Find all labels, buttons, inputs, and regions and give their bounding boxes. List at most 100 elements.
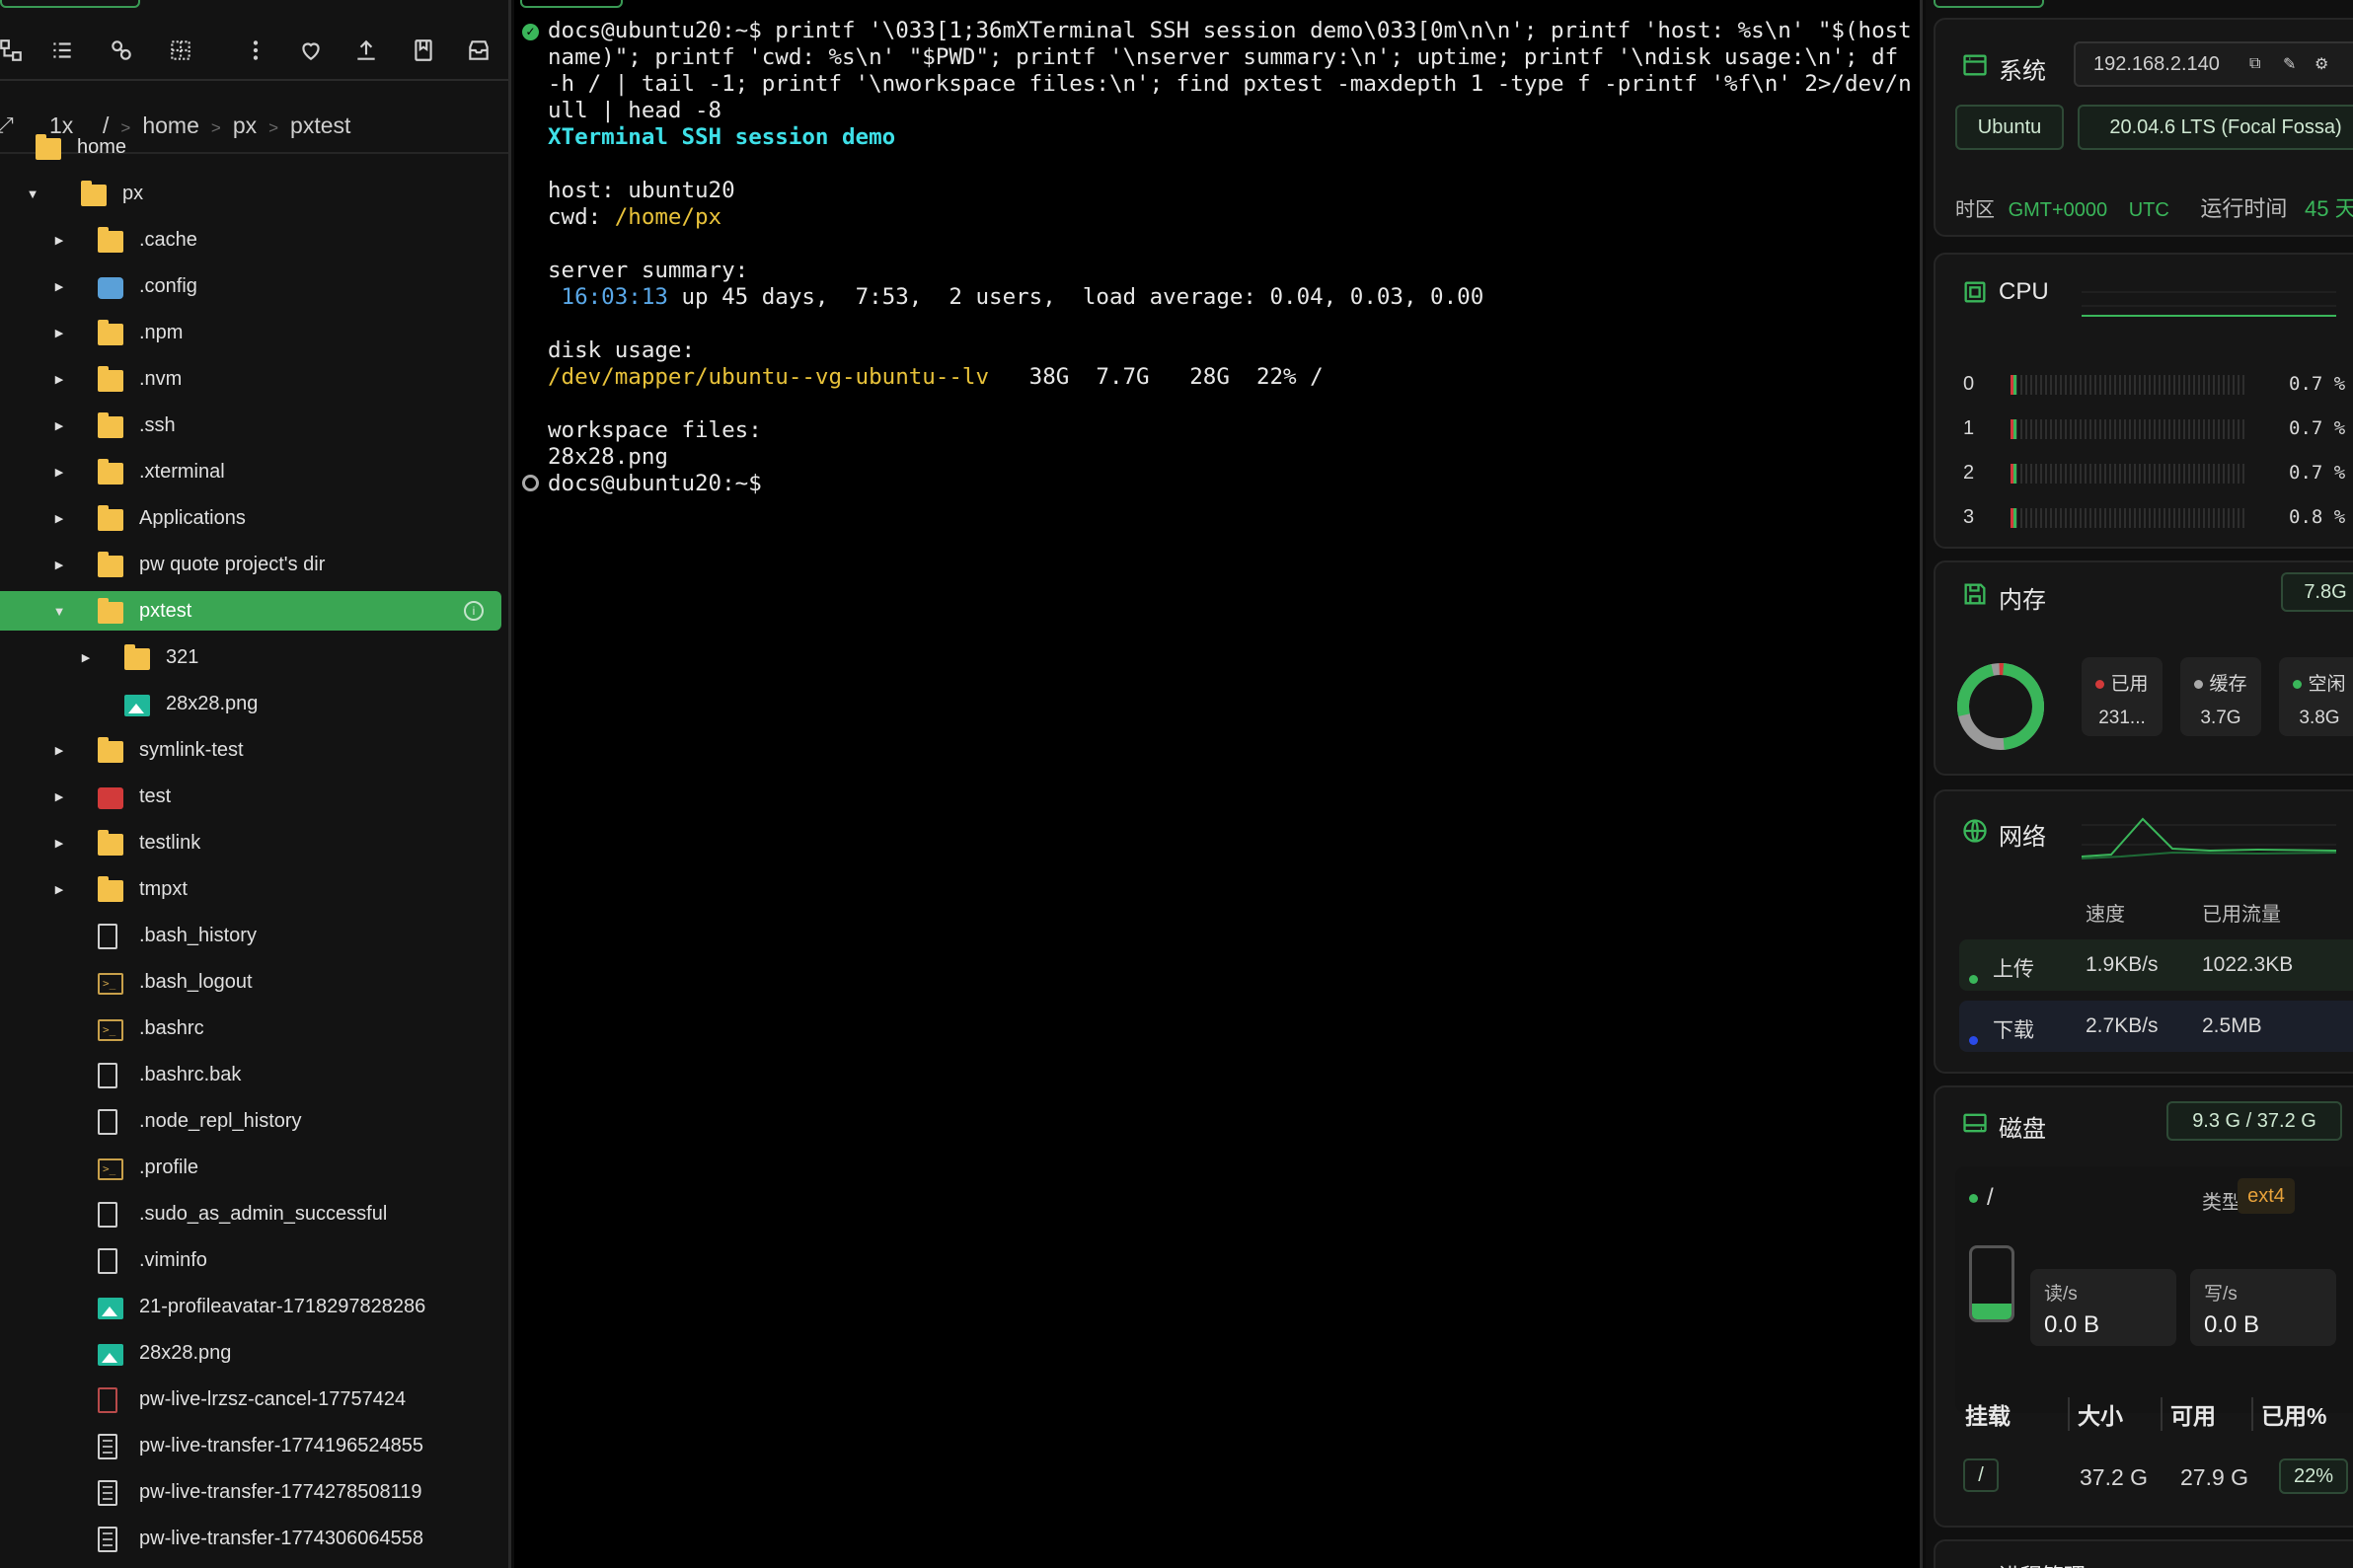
tree-item-label: .ssh <box>139 414 176 436</box>
tree-folder-item[interactable]: ▶ testlink <box>0 823 501 862</box>
tree-file-item[interactable]: pw-live-transfer-1774196524855 <box>0 1426 501 1465</box>
folder-icon <box>98 598 123 624</box>
cpu-core-usage-fill <box>2011 375 2016 395</box>
tree-view-icon[interactable] <box>0 32 30 69</box>
link-icon[interactable] <box>103 32 140 69</box>
info-icon[interactable]: i <box>464 601 484 621</box>
tree-file-item[interactable]: pw-live-lrzsz-cancel-17757424 <box>0 1380 501 1419</box>
tree-file-item[interactable]: >_ .bashrc <box>0 1008 501 1048</box>
tree-item-label: 21-profileavatar-1718297828286 <box>139 1296 426 1317</box>
tree-item-label: 28x28.png <box>139 1342 232 1364</box>
caret-right-icon[interactable]: ▶ <box>52 279 66 293</box>
download-label: 下载 <box>1993 1019 2034 1042</box>
caret-right-icon[interactable]: ▶ <box>52 743 66 757</box>
caret-down-icon[interactable]: ▼ <box>52 604 66 619</box>
tree-folder-item[interactable]: ▶ pw quote project's dir <box>0 545 501 584</box>
terminal-tab-stub[interactable] <box>520 0 623 8</box>
caret-right-icon[interactable]: ▶ <box>79 650 93 664</box>
list-view-icon[interactable] <box>43 32 81 69</box>
tree-item-label: .bashrc <box>139 1017 204 1039</box>
disk-usage-gauge-fill <box>1972 1304 2011 1319</box>
tree-folder-item[interactable]: ▶ .nvm <box>0 359 501 399</box>
caret-right-icon[interactable]: ▶ <box>52 372 66 386</box>
archive-icon[interactable] <box>460 32 497 69</box>
tree-file-item[interactable]: 21-profileavatar-1718297828286 <box>0 1287 501 1326</box>
edit-icon[interactable]: ✎ <box>2283 54 2296 74</box>
top-tab-stub[interactable] <box>0 0 140 8</box>
caret-right-icon[interactable]: ▶ <box>52 465 66 479</box>
tree-folder-item[interactable]: ▼ pxtest i <box>0 591 501 631</box>
grid-select-icon[interactable] <box>162 32 199 69</box>
status-tab-stub[interactable] <box>1934 0 2044 8</box>
tree-file-item[interactable]: >_ .profile <box>0 1148 501 1187</box>
tree-file-item[interactable]: pw-live-transfer-1774278508119 <box>0 1472 501 1512</box>
tree-item-label: .node_repl_history <box>139 1110 302 1132</box>
caret-right-icon[interactable]: ▶ <box>52 836 66 850</box>
upload-icon[interactable] <box>347 32 385 69</box>
caret-right-icon[interactable]: ▶ <box>52 558 66 571</box>
uptime-value: 45 天 <box>2304 196 2353 221</box>
disk-title: 磁盘 <box>1999 1116 2046 1143</box>
tree-item-label: .bash_history <box>139 925 257 946</box>
settings-icon[interactable]: ⚙ <box>2315 54 2328 74</box>
favorite-heart-icon[interactable] <box>292 32 330 69</box>
caret-down-icon[interactable]: ▼ <box>26 187 39 201</box>
tree-folder-item[interactable]: ▶ symlink-test <box>0 730 501 770</box>
folder-icon <box>98 412 123 438</box>
tree-file-item[interactable]: 28x28.png <box>0 684 501 723</box>
tree-file-item[interactable]: .node_repl_history <box>0 1101 501 1141</box>
tree-item-label: home <box>77 136 127 158</box>
tree-item-label: 28x28.png <box>166 693 259 714</box>
free-dot-icon <box>2293 680 2303 690</box>
cpu-core-id: 2 <box>1963 462 1975 484</box>
caret-right-icon[interactable]: ▶ <box>52 882 66 896</box>
terminal-panel[interactable]: ✓ docs@ubuntu20:~$ printf '\033[1;36mXTe… <box>514 0 1923 1568</box>
disk-col-size: 大小 <box>2068 1397 2123 1431</box>
tree-folder-item[interactable]: ▶ 321 <box>0 637 501 677</box>
tree-folder-item[interactable]: ▶ tmpxt <box>0 869 501 909</box>
tree-folder-item[interactable]: ▶ .xterminal <box>0 452 501 491</box>
tree-folder-item[interactable]: ▶ Applications <box>0 498 501 538</box>
tree-file-item[interactable]: .sudo_as_admin_successful <box>0 1194 501 1233</box>
tree-file-item[interactable]: pw-live-transfer-1774306064558 <box>0 1519 501 1558</box>
cpu-core-id: 0 <box>1963 373 1975 395</box>
tree-item-label: pw-live-transfer-1774196524855 <box>139 1435 423 1456</box>
cpu-core-usage-bar <box>2011 508 2245 528</box>
cpu-core-usage-fill <box>2011 419 2016 439</box>
tree-folder-item[interactable]: ▶ test <box>0 777 501 816</box>
tree-file-item[interactable]: .bashrc.bak <box>0 1055 501 1094</box>
caret-right-icon[interactable]: ▶ <box>52 511 66 525</box>
copy-icon[interactable]: ⧉ <box>2249 55 2260 73</box>
more-vertical-icon[interactable] <box>237 32 274 69</box>
tree-file-item[interactable]: .viminfo <box>0 1240 501 1280</box>
disk-mount-path: / <box>1987 1184 1994 1211</box>
tree-file-item[interactable]: >_ .bash_logout <box>0 962 501 1002</box>
disk-mount-panel: / 类型 ext4 读/s 0.0 B 写/s 0.0 B <box>1955 1166 2353 1413</box>
cpu-core-usage-fill <box>2011 508 2016 528</box>
caret-right-icon[interactable]: ▶ <box>52 326 66 339</box>
bookmark-icon[interactable] <box>405 32 442 69</box>
tree-file-item[interactable]: .bash_history <box>0 916 501 955</box>
disk-device: /dev/mapper/ubuntu--vg-ubuntu--lv <box>548 364 990 390</box>
caret-right-icon[interactable]: ▶ <box>52 233 66 247</box>
tree-folder-item[interactable]: ▼ px <box>0 174 501 213</box>
disk-col-mount: 挂载 <box>1965 1403 2011 1429</box>
disk-col-avail: 可用 <box>2161 1397 2216 1431</box>
cpu-core-usage-bar <box>2011 419 2245 439</box>
tree-folder-item[interactable]: home <box>0 127 501 167</box>
disk-write-box: 写/s 0.0 B <box>2190 1269 2336 1346</box>
tree-file-item[interactable]: 28x28.png <box>0 1333 501 1373</box>
disk-read-value: 0.0 B <box>2044 1311 2100 1338</box>
disk-row-mount[interactable]: / <box>1963 1458 1999 1492</box>
caret-right-icon[interactable]: ▶ <box>52 418 66 432</box>
terminal-files-label: workspace files: <box>548 417 762 443</box>
tree-folder-item[interactable]: ▶ .config <box>0 266 501 306</box>
tree-folder-item[interactable]: ▶ .npm <box>0 313 501 352</box>
tree-folder-item[interactable]: ▶ .cache <box>0 220 501 260</box>
tree-item-label: test <box>139 785 172 807</box>
system-info-line: 时区 GMT+0000 UTC 运行时间 45 天 <box>1955 191 2353 223</box>
memory-cache-box: 缓存 3.7G <box>2180 657 2261 736</box>
caret-right-icon[interactable]: ▶ <box>52 789 66 803</box>
tree-item-label: .nvm <box>139 368 183 390</box>
tree-folder-item[interactable]: ▶ .ssh <box>0 406 501 445</box>
